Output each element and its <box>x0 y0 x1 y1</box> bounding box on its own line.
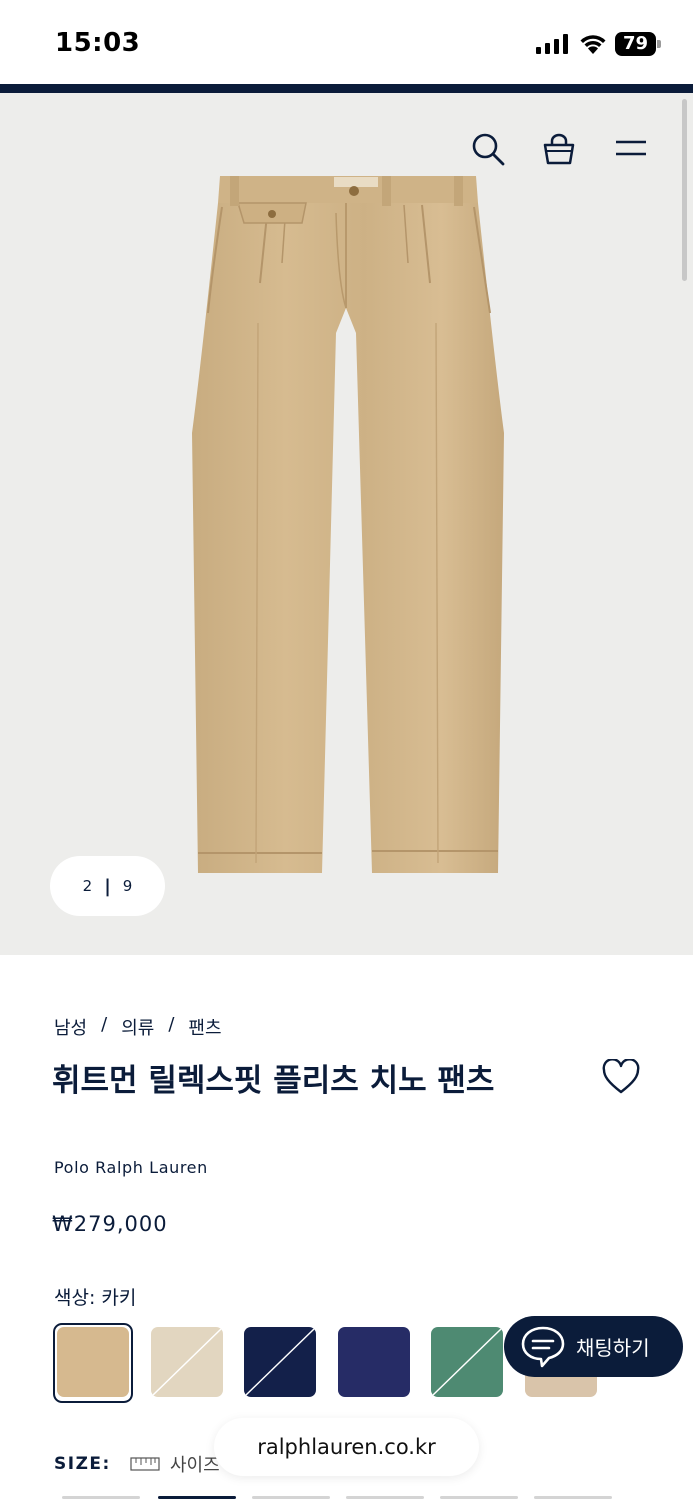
pager-total: 9 <box>122 877 133 895</box>
shopping-bag-icon[interactable] <box>542 133 576 165</box>
color-swatch-stone[interactable] <box>151 1327 223 1397</box>
gallery-pager: 2 | 9 <box>50 856 165 916</box>
chat-bubble-icon <box>521 1326 565 1367</box>
color-swatch-blue-navy[interactable] <box>338 1327 410 1397</box>
pager-separator: | <box>104 875 111 897</box>
color-swatch-khaki[interactable] <box>57 1327 129 1397</box>
color-swatch-green[interactable] <box>431 1327 503 1397</box>
pager-current: 2 <box>82 877 93 895</box>
size-label: SIZE: <box>54 1454 111 1474</box>
wifi-icon <box>580 35 606 54</box>
brand-name[interactable]: Polo Ralph Lauren <box>54 1158 208 1177</box>
status-time: 15:03 <box>55 28 141 58</box>
breadcrumb-separator: / <box>101 1014 108 1035</box>
signal-icon <box>536 34 568 54</box>
product-gallery[interactable]: 2 | 9 <box>0 93 693 955</box>
battery-level: 79 <box>622 33 649 54</box>
color-label: 색상: 카키 <box>54 1287 137 1309</box>
header-rule <box>0 84 693 93</box>
breadcrumb-item[interactable]: 의류 <box>121 1014 154 1040</box>
breadcrumb: 남성 / 의류 / 팬츠 <box>54 1014 222 1040</box>
chat-label: 채팅하기 <box>576 1336 650 1360</box>
size-options-edge <box>0 1496 693 1500</box>
status-bar: 15:03 79 <box>0 0 693 84</box>
search-icon[interactable] <box>471 132 505 166</box>
heart-icon[interactable] <box>602 1059 640 1095</box>
browser-url-bar[interactable]: ralphlauren.co.kr <box>214 1418 479 1476</box>
browser-url: ralphlauren.co.kr <box>257 1435 436 1459</box>
product-title: 휘트먼 릴렉스핏 플리츠 치노 팬츠 <box>52 1063 495 1099</box>
chat-button[interactable]: 채팅하기 <box>504 1316 683 1377</box>
hamburger-menu-icon[interactable] <box>614 137 648 161</box>
breadcrumb-item[interactable]: 팬츠 <box>188 1014 221 1040</box>
size-guide-link[interactable]: 사이즈 <box>170 1451 220 1477</box>
breadcrumb-separator: / <box>168 1014 175 1035</box>
battery-icon: 79 <box>615 32 661 56</box>
product-price: ₩279,000 <box>52 1212 168 1236</box>
product-image[interactable] <box>186 173 506 878</box>
breadcrumb-item[interactable]: 남성 <box>54 1014 87 1040</box>
color-swatch-navy[interactable] <box>244 1327 316 1397</box>
ruler-icon[interactable] <box>130 1457 160 1471</box>
scrollbar[interactable] <box>682 99 687 281</box>
